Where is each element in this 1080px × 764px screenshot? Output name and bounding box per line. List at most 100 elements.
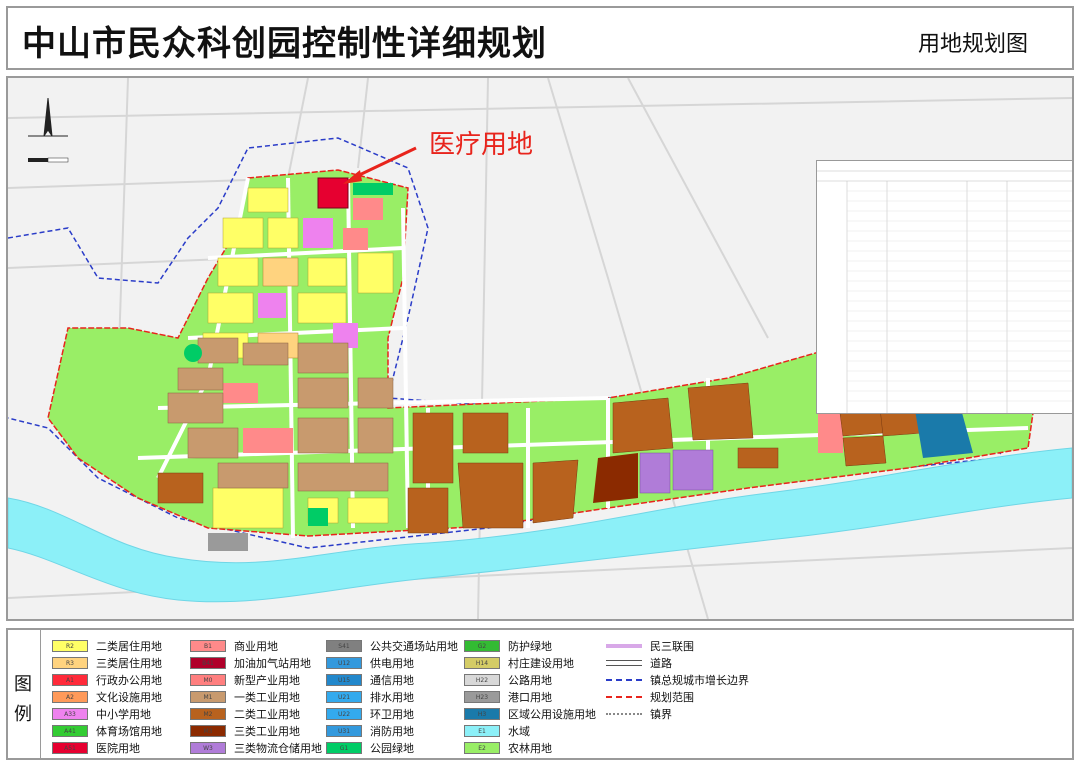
- legend-item: 镇总规城市增长边界: [606, 672, 749, 688]
- legend-label: 水域: [508, 725, 530, 738]
- legend-item: A2 文化设施用地: [52, 689, 162, 705]
- legend-swatch: E2: [464, 742, 500, 754]
- legend-item: S41 公共交通场站用地: [326, 638, 458, 654]
- logistics-blocks: [639, 449, 714, 494]
- legend-item: A41 体育场馆用地: [52, 723, 162, 739]
- legend-item: M1 一类工业用地: [190, 689, 300, 705]
- legend-label: 一类工业用地: [234, 691, 300, 704]
- legend-label: 排水用地: [370, 691, 414, 704]
- legend-item: A1 行政办公用地: [52, 672, 162, 688]
- legend-line-sample: [606, 708, 642, 720]
- legend-swatch: G2: [464, 640, 500, 652]
- land-use-map: 医疗用地: [6, 76, 1074, 621]
- legend-swatch: M3: [190, 725, 226, 737]
- legend-label: 二类工业用地: [234, 708, 300, 721]
- legend-item: G2 防护绿地: [464, 638, 552, 654]
- legend-item: H22 公路用地: [464, 672, 552, 688]
- legend-heading-top: 图: [14, 674, 32, 695]
- legend-swatch: A33: [52, 708, 88, 720]
- legend-swatch: H14: [464, 657, 500, 669]
- legend-label: 公共交通场站用地: [370, 640, 458, 653]
- legend-item: R3 三类居住用地: [52, 655, 162, 671]
- legend-swatch: H23: [464, 691, 500, 703]
- legend-label: 三类工业用地: [234, 725, 300, 738]
- legend-swatch: G1: [326, 742, 362, 754]
- map-figure: 中山市民众科创园控制性详细规划 用地规划图 医疗用地 图 例 R2 二类居住用地…: [0, 0, 1080, 764]
- legend-label: 中小学用地: [96, 708, 151, 721]
- legend-swatch: U22: [326, 708, 362, 720]
- legend-heading-bottom: 例: [14, 704, 32, 725]
- land-use-statistics-table: [816, 160, 1072, 414]
- legend-swatch: R3: [52, 657, 88, 669]
- legend-swatch: A51: [52, 742, 88, 754]
- legend-label: 港口用地: [508, 691, 552, 704]
- legend-item: 民三联围: [606, 638, 694, 654]
- legend-label: 防护绿地: [508, 640, 552, 653]
- legend-label: 镇界: [650, 708, 672, 721]
- legend-label: 体育场馆用地: [96, 725, 162, 738]
- legend-label: 供电用地: [370, 657, 414, 670]
- legend-label: 医院用地: [96, 742, 140, 755]
- legend-swatch: U31: [326, 725, 362, 737]
- legend-label: 区域公用设施用地: [508, 708, 596, 721]
- legend-item: M3 三类工业用地: [190, 723, 300, 739]
- legend-line-sample: [606, 691, 642, 703]
- legend-item: U15 通信用地: [326, 672, 414, 688]
- legend-label: 通信用地: [370, 674, 414, 687]
- legend-label: 加油加气站用地: [234, 657, 311, 670]
- industrial-class3-block: [593, 453, 638, 503]
- legend-label: 新型产业用地: [234, 674, 300, 687]
- legend-item: 镇界: [606, 706, 672, 722]
- legend-item: H14 村庄建设用地: [464, 655, 574, 671]
- hospital-callout-label: 医疗用地: [429, 130, 534, 160]
- legend-item: M2 二类工业用地: [190, 706, 300, 722]
- legend-swatch: U21: [326, 691, 362, 703]
- legend-swatch: E1: [464, 725, 500, 737]
- legend-swatch: U12: [326, 657, 362, 669]
- legend-line-sample: [606, 640, 642, 652]
- legend-item: R2 二类居住用地: [52, 638, 162, 654]
- legend-label: 环卫用地: [370, 708, 414, 721]
- legend-swatch: A2: [52, 691, 88, 703]
- legend-item: B41 加油加气站用地: [190, 655, 311, 671]
- legend-swatch: W3: [190, 742, 226, 754]
- legend-label: 行政办公用地: [96, 674, 162, 687]
- legend-item: H23 港口用地: [464, 689, 552, 705]
- legend-swatch: A41: [52, 725, 88, 737]
- legend-swatch: H22: [464, 674, 500, 686]
- legend-item: E1 水域: [464, 723, 530, 739]
- legend-heading: 图 例: [8, 630, 41, 758]
- legend-swatch: R2: [52, 640, 88, 652]
- legend-swatch: M0: [190, 674, 226, 686]
- port-block: [208, 533, 248, 551]
- legend-label: 三类物流仓储用地: [234, 742, 322, 755]
- legend-label: 商业用地: [234, 640, 278, 653]
- legend-item: E2 农林用地: [464, 740, 552, 756]
- legend-label: 消防用地: [370, 725, 414, 738]
- legend-label: 公园绿地: [370, 742, 414, 755]
- legend-swatch: M2: [190, 708, 226, 720]
- legend-label: 公路用地: [508, 674, 552, 687]
- legend-swatch: B41: [190, 657, 226, 669]
- legend-label: 镇总规城市增长边界: [650, 674, 749, 687]
- legend-item: W3 三类物流仓储用地: [190, 740, 322, 756]
- legend-item: G1 公园绿地: [326, 740, 414, 756]
- legend-item: B1 商业用地: [190, 638, 278, 654]
- legend-label: 道路: [650, 657, 672, 670]
- legend-item: U22 环卫用地: [326, 706, 414, 722]
- map-title: 中山市民众科创园控制性详细规划: [22, 24, 547, 64]
- legend-label: 民三联围: [650, 640, 694, 653]
- legend-swatch: M1: [190, 691, 226, 703]
- legend-label: 三类居住用地: [96, 657, 162, 670]
- legend-item: 规划范围: [606, 689, 694, 705]
- hospital-land: [317, 177, 349, 209]
- statistics-table-grid: [817, 170, 1072, 413]
- legend-item: A33 中小学用地: [52, 706, 151, 722]
- legend-label: 二类居住用地: [96, 640, 162, 653]
- legend-line-sample: [606, 674, 642, 686]
- legend-label: 规划范围: [650, 691, 694, 704]
- legend-label: 村庄建设用地: [508, 657, 574, 670]
- legend-item: A51 医院用地: [52, 740, 140, 756]
- legend-item: M0 新型产业用地: [190, 672, 300, 688]
- legend-swatch: U15: [326, 674, 362, 686]
